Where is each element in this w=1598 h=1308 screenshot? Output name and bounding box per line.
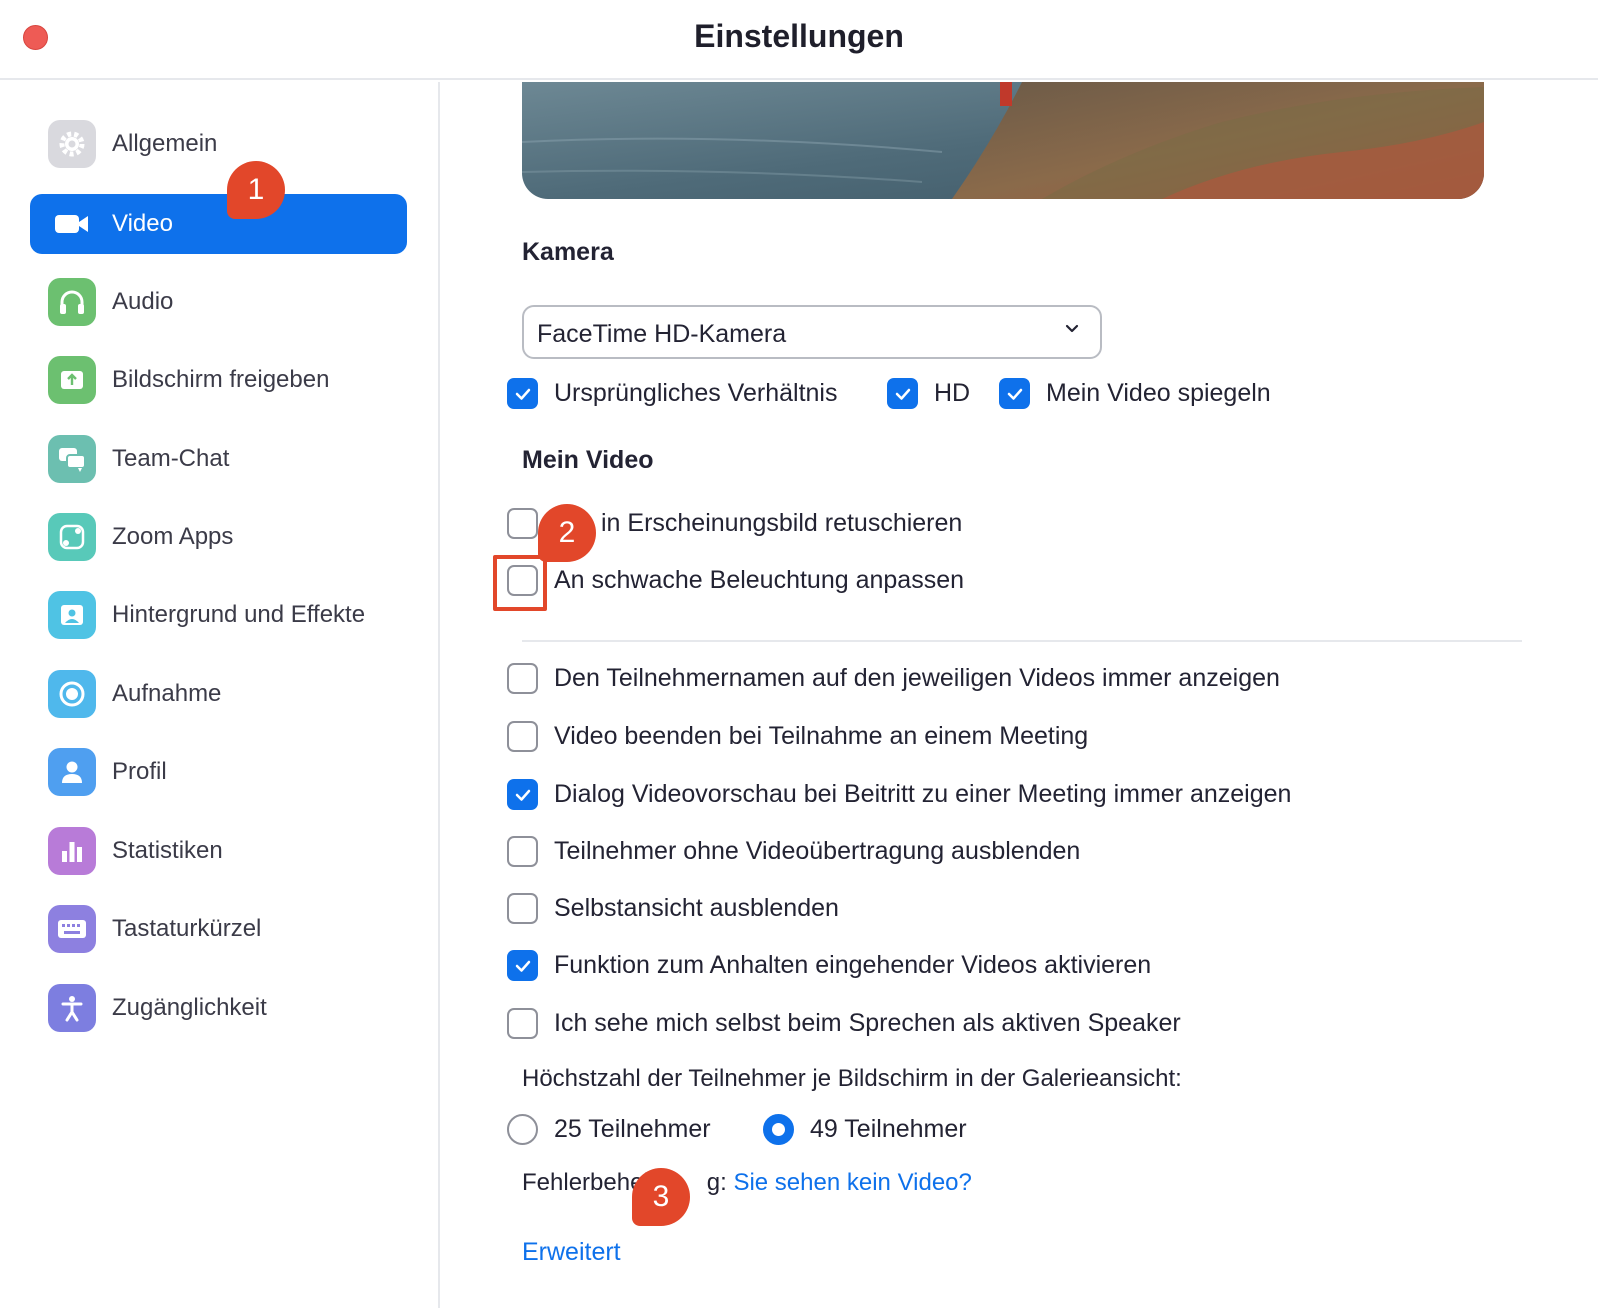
- checkbox-label: Selbstansicht ausblenden: [554, 894, 839, 922]
- callout-badge-1: 1: [227, 161, 285, 219]
- sidebar-item-label: Audio: [112, 288, 174, 315]
- checkbox-label: Teilnehmer ohne Videoübertragung ausblen…: [554, 837, 1081, 865]
- checkbox-show-names[interactable]: Den Teilnehmernamen auf den jeweiligen V…: [507, 663, 1280, 694]
- sidebar-item-allgemein[interactable]: Allgemein: [30, 114, 407, 174]
- background-icon: [48, 591, 96, 639]
- sidebar-item-hintergrund-und-effekte[interactable]: Hintergrund und Effekte: [30, 585, 407, 645]
- checkbox[interactable]: [999, 378, 1030, 409]
- headphones-icon: [48, 278, 96, 326]
- checkbox-mirror-video[interactable]: Mein Video spiegeln: [999, 378, 1271, 409]
- sidebar-item-team-chat[interactable]: Team-Chat: [30, 429, 407, 489]
- statistics-icon: [48, 827, 96, 875]
- checkbox[interactable]: [507, 1008, 538, 1039]
- no-video-help-link[interactable]: Sie sehen kein Video?: [733, 1169, 971, 1196]
- camera-select-value: FaceTime HD-Kamera: [537, 320, 787, 348]
- checkbox[interactable]: [887, 378, 918, 409]
- settings-sidebar: Allgemein Video Audio Bildschirm freigeb…: [0, 82, 440, 1308]
- checkbox[interactable]: [507, 721, 538, 752]
- accessibility-icon: [48, 984, 96, 1032]
- checkbox-label: HD: [934, 379, 971, 407]
- radio-label: 25 Teilnehmer: [554, 1115, 711, 1143]
- sidebar-item-bildschirm-freigeben[interactable]: Bildschirm freigeben: [30, 350, 407, 410]
- share-screen-icon: [48, 356, 96, 404]
- camera-heading: Kamera: [522, 238, 614, 266]
- sidebar-item-label: Hintergrund und Effekte: [112, 601, 366, 628]
- highlight-box: [493, 555, 547, 611]
- radio-25-participants[interactable]: 25 Teilnehmer: [507, 1114, 711, 1145]
- my-video-heading: Mein Video: [522, 446, 654, 474]
- checkbox-label: An schwache Beleuchtung anpassen: [554, 566, 965, 594]
- keyboard-icon: [48, 905, 96, 953]
- gallery-max-label: Höchstzahl der Teilnehmer je Bildschirm …: [522, 1065, 1182, 1092]
- checkbox-see-self-as-speaker[interactable]: Ich sehe mich selbst beim Sprechen als a…: [507, 1008, 1181, 1039]
- camera-select[interactable]: FaceTime HD-Kamera: [522, 305, 1102, 359]
- checkbox[interactable]: [507, 950, 538, 981]
- checkbox-label: Mein Video spiegeln: [1046, 379, 1271, 407]
- troubleshooting-suffix: g:: [706, 1169, 727, 1196]
- sidebar-item-label: Team-Chat: [112, 445, 230, 472]
- sidebar-item-audio[interactable]: Audio: [30, 272, 407, 332]
- record-icon: [48, 670, 96, 718]
- checkbox[interactable]: [507, 508, 538, 539]
- checkbox[interactable]: [507, 779, 538, 810]
- checkbox[interactable]: [507, 378, 538, 409]
- profile-icon: [48, 748, 96, 796]
- sidebar-item-tastaturkuerzel[interactable]: Tastaturkürzel: [30, 899, 407, 959]
- checkbox-label: Ich sehe mich selbst beim Sprechen als a…: [554, 1009, 1181, 1037]
- checkbox[interactable]: [507, 663, 538, 694]
- checkbox-video-preview[interactable]: Dialog Videovorschau bei Beitritt zu ein…: [507, 779, 1291, 810]
- video-camera-icon: [48, 200, 96, 248]
- checkbox-label: Funktion zum Anhalten eingehender Videos…: [554, 951, 1152, 979]
- sidebar-item-aufnahme[interactable]: Aufnahme: [30, 664, 407, 724]
- callout-badge-3: 3: [632, 1168, 690, 1226]
- checkbox-label: Dialog Videovorschau bei Beitritt zu ein…: [554, 780, 1292, 808]
- sidebar-item-label: Allgemein: [112, 130, 218, 157]
- radio-label: 49 Teilnehmer: [810, 1115, 967, 1143]
- checkbox-hide-self-view[interactable]: Selbstansicht ausblenden: [507, 893, 839, 924]
- sidebar-item-zugaenglichkeit[interactable]: Zugänglichkeit: [30, 978, 407, 1038]
- title-bar: Einstellungen: [0, 0, 1598, 80]
- gear-icon: [48, 120, 96, 168]
- apps-icon: [48, 513, 96, 561]
- checkbox-low-light[interactable]: An schwache Beleuchtung anpassen: [507, 565, 964, 596]
- radio-button[interactable]: [763, 1114, 794, 1145]
- troubleshooting-text: Fehlerbeheb g: Sie sehen kein Video?: [522, 1169, 972, 1197]
- camera-preview: [522, 82, 1484, 199]
- sidebar-item-label: Bildschirm freigeben: [112, 366, 330, 393]
- sidebar-item-label: Zoom Apps: [112, 523, 234, 550]
- advanced-settings-link[interactable]: Erweitert: [522, 1238, 621, 1267]
- sidebar-item-label: Statistiken: [112, 837, 223, 864]
- chat-icon: [48, 435, 96, 483]
- sidebar-item-video[interactable]: Video: [30, 194, 407, 254]
- checkbox-stop-incoming-video[interactable]: Funktion zum Anhalten eingehender Videos…: [507, 950, 1151, 981]
- checkbox-label: Ursprüngliches Verhältnis: [554, 379, 838, 407]
- sidebar-item-statistiken[interactable]: Statistiken: [30, 821, 407, 881]
- sidebar-item-label: Zugänglichkeit: [112, 994, 267, 1021]
- callout-badge-2: 2: [538, 504, 596, 562]
- sidebar-item-label: Aufnahme: [112, 680, 222, 707]
- checkbox-original-ratio[interactable]: Ursprüngliches Verhältnis: [507, 378, 837, 409]
- chevron-down-icon: [1062, 319, 1082, 344]
- checkbox-hide-non-video[interactable]: Teilnehmer ohne Videoübertragung ausblen…: [507, 836, 1080, 867]
- window-title: Einstellungen: [694, 18, 904, 54]
- checkbox-stop-video-on-join[interactable]: Video beenden bei Teilnahme an einem Mee…: [507, 721, 1088, 752]
- sidebar-item-label: Video: [112, 210, 173, 237]
- checkbox-hd[interactable]: HD: [887, 378, 970, 409]
- checkbox-label: in Erscheinungsbild retuschieren: [601, 509, 963, 537]
- sidebar-item-zoom-apps[interactable]: Zoom Apps: [30, 507, 407, 567]
- radio-button[interactable]: [507, 1114, 538, 1145]
- sidebar-item-label: Tastaturkürzel: [112, 915, 262, 942]
- sidebar-item-label: Profil: [112, 758, 167, 785]
- checkbox[interactable]: [507, 893, 538, 924]
- section-divider: [522, 640, 1522, 642]
- sidebar-item-profil[interactable]: Profil: [30, 742, 407, 802]
- checkbox[interactable]: [507, 836, 538, 867]
- video-settings-panel: Kamera FaceTime HD-Kamera Ursprüngliches…: [442, 82, 1598, 1308]
- radio-49-participants[interactable]: 49 Teilnehmer: [763, 1114, 967, 1145]
- checkbox-label: Den Teilnehmernamen auf den jeweiligen V…: [554, 664, 1280, 692]
- checkbox-label: Video beenden bei Teilnahme an einem Mee…: [554, 722, 1089, 750]
